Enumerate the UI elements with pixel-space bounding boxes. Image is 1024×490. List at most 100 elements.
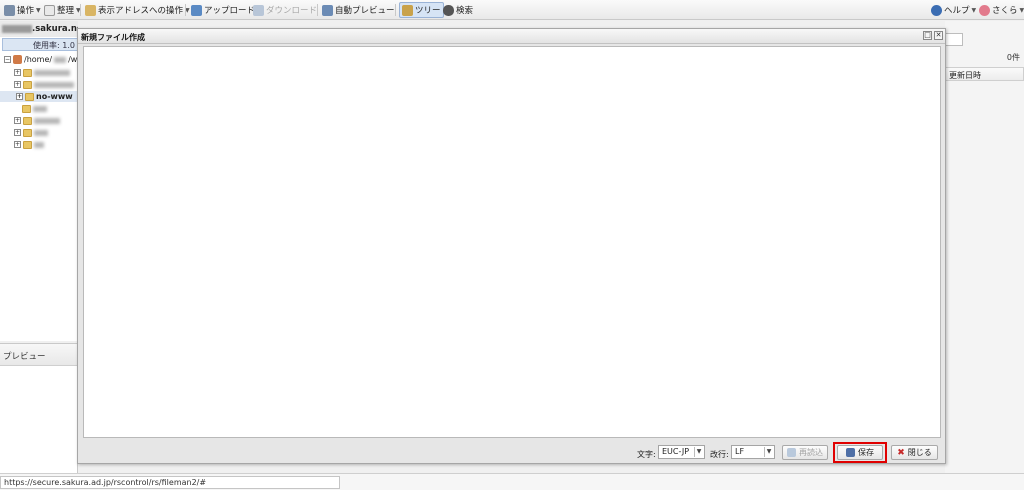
dialog-title-bar[interactable]: 新規ファイル作成 □ ✕ [78,29,945,44]
status-url: https://secure.sakura.ad.jp/rscontrol/rs… [0,476,340,489]
file-count: 0件 [1006,53,1020,62]
charset-value: EUC-JP [662,447,690,456]
expand-icon[interactable]: + [14,117,21,124]
operation-label: 操作 [17,6,35,16]
reload-icon [787,448,796,457]
column-header-modified[interactable]: 更新日時 [945,67,1024,81]
folder-icon [23,128,32,137]
expand-icon[interactable]: + [14,81,21,88]
tree-item[interactable]: + [14,79,74,90]
operation-menu[interactable]: 操作 ▼ [4,3,41,17]
redacted-text [33,105,47,112]
organize-menu[interactable]: 整理 ▼ [44,3,81,17]
download-icon [253,4,264,16]
toolbar: 操作 ▼ 整理 ▼ 表示アドレスへの操作 ▼ アップロード ダウンロード 自動プ… [0,0,1024,20]
folder-tree-panel: .sakura.ne.jp 使用率: 1.0 − /home//ww + + +… [0,21,84,341]
domain-suffix: .sakura.ne.jp [32,24,78,34]
dialog-title: 新規ファイル作成 [81,33,145,42]
auto-preview-label: 自動プレビュー [335,6,395,16]
redacted-text [34,117,60,124]
domain-header: .sakura.ne.jp [0,21,78,37]
folder-icon [22,104,31,113]
newline-label: 改行: [710,450,729,459]
save-button-highlight [833,442,887,463]
folder-icon [23,68,32,77]
download-label: ダウンロード [266,6,318,16]
toolbar-divider [317,4,318,16]
preview-panel: プレビュー [0,343,78,473]
file-list-panel: 0件 更新日時 [945,21,1024,473]
folder-icon [25,92,34,101]
expand-icon[interactable]: + [16,93,23,100]
redacted-text [54,56,67,63]
tree-label: ツリー [415,6,441,16]
expand-icon[interactable]: + [14,69,21,76]
tree-toggle-button[interactable]: ツリー [399,2,444,18]
folder-icon [23,140,32,149]
toolbar-divider [185,4,186,16]
toolbar-divider [80,4,81,16]
toolbar-divider [395,4,396,16]
usage-indicator: 使用率: 1.0 [2,38,78,51]
organize-icon [44,4,55,16]
search-icon [443,4,454,16]
chevron-down-icon: ▼ [764,447,773,457]
home-icon [13,55,22,64]
new-file-dialog: 新規ファイル作成 □ ✕ 文字: EUC-JP ▼ 改行: LF ▼ 再読込 保… [77,28,946,464]
help-icon [931,4,942,16]
upload-icon [191,4,202,16]
status-bar: https://secure.sakura.ad.jp/rscontrol/rs… [0,473,1024,490]
redacted-domain [2,24,32,33]
close-x-icon: ✖ [897,447,905,458]
expand-icon[interactable]: + [14,129,21,136]
redacted-text [34,141,44,148]
redacted-text [34,81,74,88]
newline-value: LF [735,447,745,456]
operation-icon [4,4,15,16]
auto-preview-icon [322,4,333,16]
charset-select[interactable]: EUC-JP ▼ [658,445,705,459]
collapse-icon[interactable]: − [4,56,11,63]
help-menu[interactable]: ヘルプ ▼ [931,3,976,17]
preview-title: プレビュー [0,344,77,366]
search-label: 検索 [456,6,474,16]
address-operation-label: 表示アドレスへの操作 [98,6,184,16]
tree-item[interactable]: + [14,139,44,150]
auto-preview-button[interactable]: 自動プレビュー [322,3,395,17]
tree-item[interactable] [22,103,47,114]
redacted-text [34,69,70,76]
tree-item[interactable]: + [14,115,60,126]
address-field-edge[interactable] [945,33,963,46]
chevron-down-icon: ▼ [1019,6,1024,14]
chevron-down-icon: ▼ [36,6,41,14]
expand-icon[interactable]: + [14,141,21,148]
root-path-label: /home/ [24,55,53,64]
file-content-editor[interactable] [83,46,941,438]
folder-icon [23,116,32,125]
user-label: さくら [992,6,1018,16]
address-icon [85,4,96,16]
tree-item[interactable]: + [14,67,70,78]
user-menu[interactable]: さくら ▼ [979,3,1024,17]
tree-item[interactable]: + [14,127,48,138]
reload-label: 再読込 [799,448,823,457]
charset-label: 文字: [637,450,656,459]
reload-button[interactable]: 再読込 [782,445,828,460]
upload-label: アップロード [204,6,256,16]
newline-select[interactable]: LF ▼ [731,445,775,459]
chevron-down-icon: ▼ [694,447,703,457]
close-button[interactable]: ✖ 閉じる [891,445,938,460]
download-button[interactable]: ダウンロード [253,3,317,17]
close-icon[interactable]: ✕ [934,31,943,40]
upload-button[interactable]: アップロード [191,3,255,17]
search-button[interactable]: 検索 [443,3,473,17]
redacted-text [34,129,48,136]
user-icon [979,4,990,16]
close-label: 閉じる [907,448,932,457]
address-operation-menu[interactable]: 表示アドレスへの操作 ▼ [85,3,190,17]
tree-root[interactable]: − /home//ww [4,54,84,65]
tree-icon [402,4,413,16]
maximize-icon[interactable]: □ [923,31,932,40]
tree-item-selected[interactable]: + no-www [0,91,78,102]
help-label: ヘルプ [944,6,970,16]
